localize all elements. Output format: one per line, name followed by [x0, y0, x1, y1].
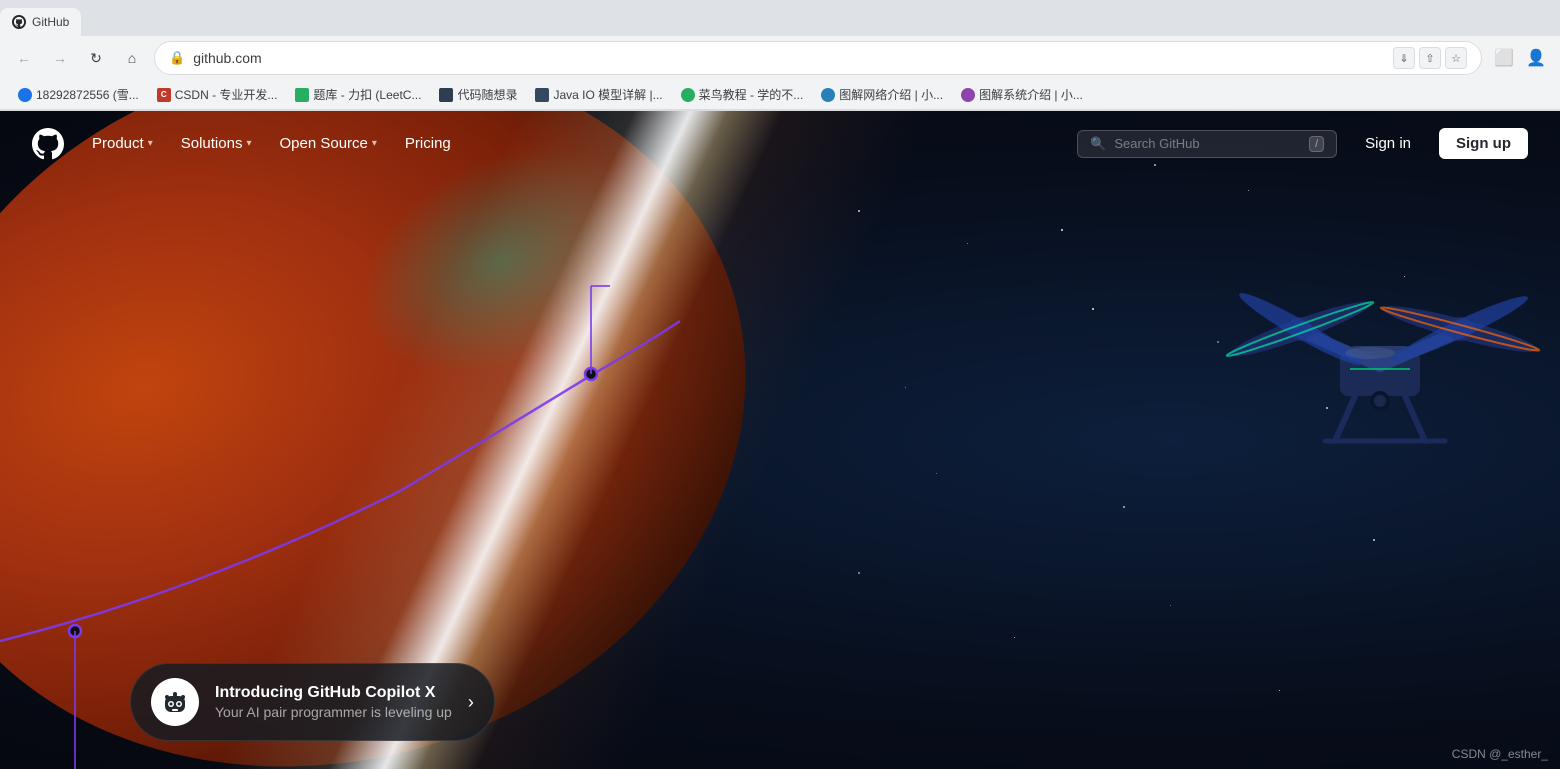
address-right: ⇓ ⇧ ☆	[1393, 47, 1467, 69]
nav-solutions-chevron: ▾	[246, 138, 251, 149]
bookmark-qq[interactable]: 18292872556 (雪...	[10, 83, 147, 106]
bookmark-code-favicon	[439, 88, 453, 102]
bookmark-csdn[interactable]: C CSDN - 专业开发...	[149, 83, 286, 106]
signup-button[interactable]: Sign up	[1439, 128, 1528, 159]
bookmark-os-label: 图解系统介绍 | 小...	[979, 86, 1083, 103]
bookmark-network[interactable]: 图解网络介绍 | 小...	[813, 83, 951, 106]
back-button[interactable]: ←	[10, 44, 38, 72]
home-button[interactable]: ⌂	[118, 44, 146, 72]
nav-product-chevron: ▾	[148, 138, 153, 149]
search-icon: 🔍	[1090, 136, 1106, 152]
bookmark-os[interactable]: 图解系统介绍 | 小...	[953, 83, 1091, 106]
copilot-subtitle: Your AI pair programmer is leveling up	[215, 704, 452, 720]
nav-pricing-label: Pricing	[405, 135, 451, 152]
drone-illustration	[1210, 191, 1550, 511]
url-text: github.com	[193, 50, 1385, 66]
bookmark-runoob-label: 菜鸟教程 - 学的不...	[699, 86, 804, 103]
drone-svg	[1210, 191, 1550, 511]
nav-product-label: Product	[92, 135, 144, 152]
copilot-robot-icon	[161, 688, 189, 716]
profile-icon[interactable]: 👤	[1522, 44, 1550, 72]
nav-items: Product ▾ Solutions ▾ Open Source ▾ Pric…	[80, 127, 463, 160]
signin-button[interactable]: Sign in	[1353, 129, 1423, 158]
copilot-arrow-icon: ›	[468, 692, 474, 713]
bookmarks-bar: 18292872556 (雪... C CSDN - 专业开发... 题库 - …	[0, 80, 1560, 110]
bookmark-qq-label: 18292872556 (雪...	[36, 86, 139, 103]
github-page: Product ▾ Solutions ▾ Open Source ▾ Pric…	[0, 111, 1560, 769]
copilot-icon-wrap	[151, 678, 199, 726]
bookmark-leetcode[interactable]: 题库 - 力扣 (LeetC...	[287, 83, 429, 106]
search-placeholder-text: Search GitHub	[1114, 136, 1301, 151]
browser-tabs: GitHub	[0, 0, 1560, 36]
nav-solutions-label: Solutions	[181, 135, 243, 152]
download-icon[interactable]: ⇓	[1393, 47, 1415, 69]
search-shortcut-key: /	[1309, 136, 1324, 152]
nav-solutions[interactable]: Solutions ▾	[169, 127, 264, 160]
search-box[interactable]: 🔍 Search GitHub /	[1077, 130, 1337, 158]
bookmark-leetcode-favicon	[295, 88, 309, 102]
bookmark-csdn-label: CSDN - 专业开发...	[175, 86, 278, 103]
nav-product[interactable]: Product ▾	[80, 127, 165, 160]
bookmark-javaio[interactable]: Java IO 模型详解 |...	[527, 83, 670, 106]
secure-icon: 🔒	[169, 50, 185, 66]
watermark: CSDN @_esther_	[1452, 747, 1548, 761]
nav-pricing[interactable]: Pricing	[393, 127, 463, 160]
bookmark-network-label: 图解网络介绍 | 小...	[839, 86, 943, 103]
nav-right: 🔍 Search GitHub / Sign in Sign up	[1077, 128, 1528, 159]
nav-open-source-chevron: ▾	[372, 138, 377, 149]
bookmark-code[interactable]: 代码随想录	[431, 83, 525, 106]
nav-open-source-label: Open Source	[279, 135, 367, 152]
github-logo[interactable]	[32, 128, 64, 160]
toolbar-right: ⬜ 👤	[1490, 44, 1550, 72]
copilot-title: Introducing GitHub Copilot X	[215, 684, 452, 702]
bookmark-javaio-favicon	[535, 88, 549, 102]
nav-open-source[interactable]: Open Source ▾	[267, 127, 388, 160]
bookmark-leetcode-label: 题库 - 力扣 (LeetC...	[313, 86, 421, 103]
github-navbar: Product ▾ Solutions ▾ Open Source ▾ Pric…	[0, 111, 1560, 176]
bookmark-star-icon[interactable]: ☆	[1445, 47, 1467, 69]
reload-button[interactable]: ↻	[82, 44, 110, 72]
bookmark-csdn-favicon: C	[157, 88, 171, 102]
tab-favicon-github	[12, 15, 26, 29]
copilot-banner[interactable]: Introducing GitHub Copilot X Your AI pai…	[130, 663, 495, 741]
active-tab[interactable]: GitHub	[0, 8, 81, 36]
bookmark-runoob-favicon	[681, 88, 695, 102]
bookmark-qq-favicon	[18, 88, 32, 102]
bookmark-code-label: 代码随想录	[457, 86, 517, 103]
copilot-text-block: Introducing GitHub Copilot X Your AI pai…	[215, 684, 452, 720]
bookmark-os-favicon	[961, 88, 975, 102]
extension-icon[interactable]: ⬜	[1490, 44, 1518, 72]
address-bar[interactable]: 🔒 github.com ⇓ ⇧ ☆	[154, 41, 1482, 75]
bookmark-runoob[interactable]: 菜鸟教程 - 学的不...	[673, 83, 812, 106]
bookmark-javaio-label: Java IO 模型详解 |...	[553, 86, 662, 103]
forward-button[interactable]: →	[46, 44, 74, 72]
bookmark-network-favicon	[821, 88, 835, 102]
share-icon[interactable]: ⇧	[1419, 47, 1441, 69]
tab-label: GitHub	[32, 15, 69, 29]
browser-chrome: GitHub ← → ↻ ⌂ 🔒 github.com ⇓ ⇧ ☆ ⬜ 👤 18…	[0, 0, 1560, 111]
browser-toolbar: ← → ↻ ⌂ 🔒 github.com ⇓ ⇧ ☆ ⬜ 👤	[0, 36, 1560, 80]
